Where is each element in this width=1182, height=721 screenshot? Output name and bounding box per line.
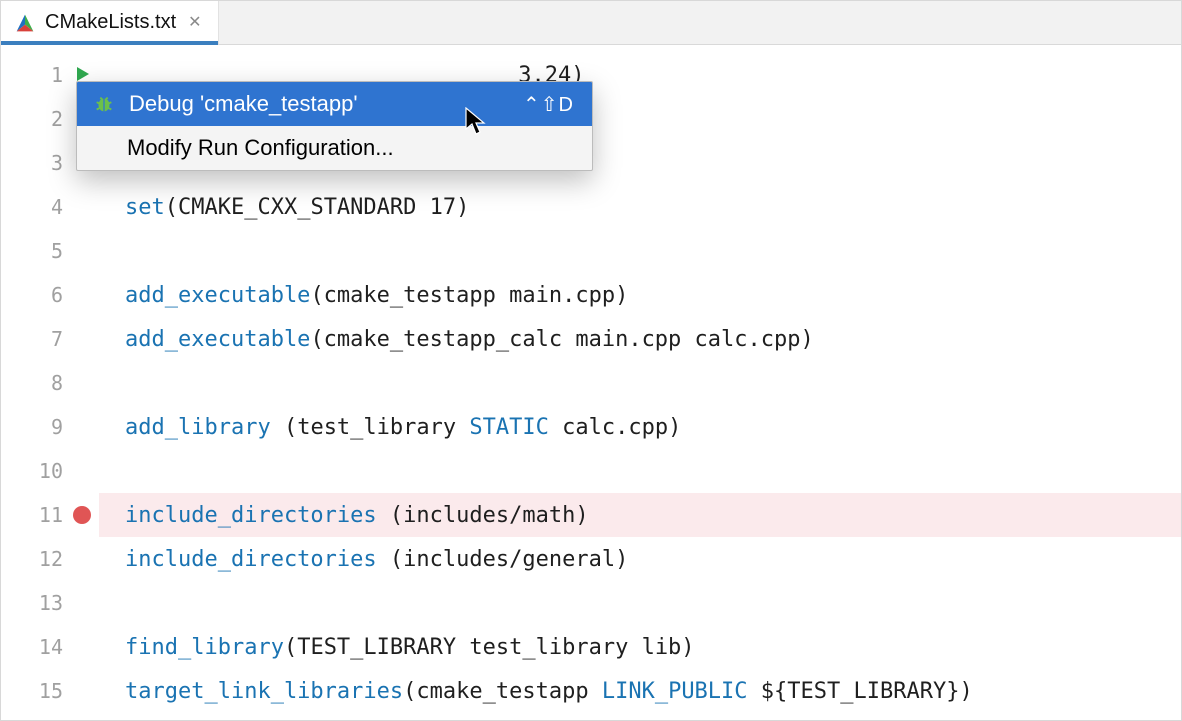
line-number: 14 [39,635,63,659]
code-line[interactable]: add_executable(cmake_testapp_calc main.c… [99,317,1181,361]
tab-bar: CMakeLists.txt ✕ [1,1,1181,45]
menu-item-modify-run-config[interactable]: Modify Run Configuration... [77,126,592,170]
line-number: 6 [51,283,63,307]
code-variable: TEST_LIBRARY [787,679,946,704]
code-command: set [125,195,165,220]
code-fragment [748,679,761,704]
tab-title: CMakeLists.txt [45,11,176,34]
editor-window: CMakeLists.txt ✕ 1 2 3 4 5 6 7 8 9 10 11 [0,0,1182,721]
gutter-line[interactable]: 15 [1,669,99,713]
gutter-line[interactable]: 9 [1,405,99,449]
line-number: 10 [39,459,63,483]
line-number: 7 [51,327,63,351]
line-number: 3 [51,151,63,175]
code-line[interactable] [99,449,1181,493]
code-line[interactable] [99,581,1181,625]
code-command: include_directories [125,503,377,528]
code-fragment: (CMAKE_CXX_STANDARD 17) [165,195,470,220]
gutter-line[interactable]: 8 [1,361,99,405]
line-number: 12 [39,547,63,571]
gutter-line[interactable]: 7 [1,317,99,361]
line-number: 1 [51,63,63,87]
code-fragment: (includes/math) [390,503,589,528]
code-command: find_library [125,635,284,660]
menu-item-label: Modify Run Configuration... [127,135,394,161]
code-line[interactable]: add_library (test_library STATIC calc.cp… [99,405,1181,449]
code-line[interactable]: set(CMAKE_CXX_STANDARD 17) [99,185,1181,229]
code-keyword: LINK_PUBLIC [602,679,748,704]
line-number: 4 [51,195,63,219]
code-fragment [377,547,390,572]
menu-item-debug[interactable]: Debug 'cmake_testapp' ⌃⇧D [77,82,592,126]
gutter-line[interactable]: 10 [1,449,99,493]
gutter-line[interactable]: 6 [1,273,99,317]
code-fragment: ) [960,679,973,704]
editor-area: 1 2 3 4 5 6 7 8 9 10 11 12 13 14 15 3.24… [1,45,1181,720]
code-line[interactable]: add_executable(cmake_testapp main.cpp) [99,273,1181,317]
editor-tab[interactable]: CMakeLists.txt ✕ [1,1,219,44]
code-fragment: (cmake_testapp [403,679,602,704]
close-icon[interactable]: ✕ [186,13,203,33]
code-fragment: (cmake_testapp main.cpp) [310,283,628,308]
gutter-line[interactable]: 14 [1,625,99,669]
gutter-line[interactable]: 13 [1,581,99,625]
code-fragment: ${ [761,679,788,704]
code-fragment: calc.cpp) [549,415,681,440]
gutter-line[interactable]: 12 [1,537,99,581]
code-fragment: } [946,679,959,704]
line-number: 15 [39,679,63,703]
code-fragment: (cmake_testapp_calc main.cpp calc.cpp) [310,327,813,352]
line-number: 13 [39,591,63,615]
code-line[interactable]: target_link_libraries(cmake_testapp LINK… [99,669,1181,713]
bug-icon [93,93,115,115]
code-command: add_library [125,415,271,440]
code-line-breakpoint[interactable]: include_directories (includes/math) [99,493,1181,537]
line-number: 5 [51,239,63,263]
code-line[interactable] [99,229,1181,273]
code-command: include_directories [125,547,377,572]
menu-item-shortcut: ⌃⇧D [523,92,574,117]
line-number: 11 [39,503,63,527]
code-fragment: (test_library [284,415,469,440]
code-command: target_link_libraries [125,679,403,704]
code-keyword: STATIC [469,415,548,440]
gutter-line[interactable]: 11 [1,493,99,537]
line-number: 9 [51,415,63,439]
run-context-menu: Debug 'cmake_testapp' ⌃⇧D Modify Run Con… [76,81,593,171]
gutter-line[interactable]: 5 [1,229,99,273]
code-fragment: (includes/general) [390,547,628,572]
line-number: 8 [51,371,63,395]
code-command: add_executable [125,327,310,352]
code-command: add_executable [125,283,310,308]
gutter-line[interactable]: 4 [1,185,99,229]
breakpoint-icon[interactable] [73,506,91,524]
cmake-file-icon [15,13,35,33]
code-line[interactable]: find_library(TEST_LIBRARY test_library l… [99,625,1181,669]
code-fragment [377,503,390,528]
code-fragment: (TEST_LIBRARY test_library lib) [284,635,695,660]
code-line[interactable] [99,361,1181,405]
code-line[interactable]: include_directories (includes/general) [99,537,1181,581]
line-number: 2 [51,107,63,131]
code-fragment [271,415,284,440]
menu-item-label: Debug 'cmake_testapp' [129,91,358,117]
